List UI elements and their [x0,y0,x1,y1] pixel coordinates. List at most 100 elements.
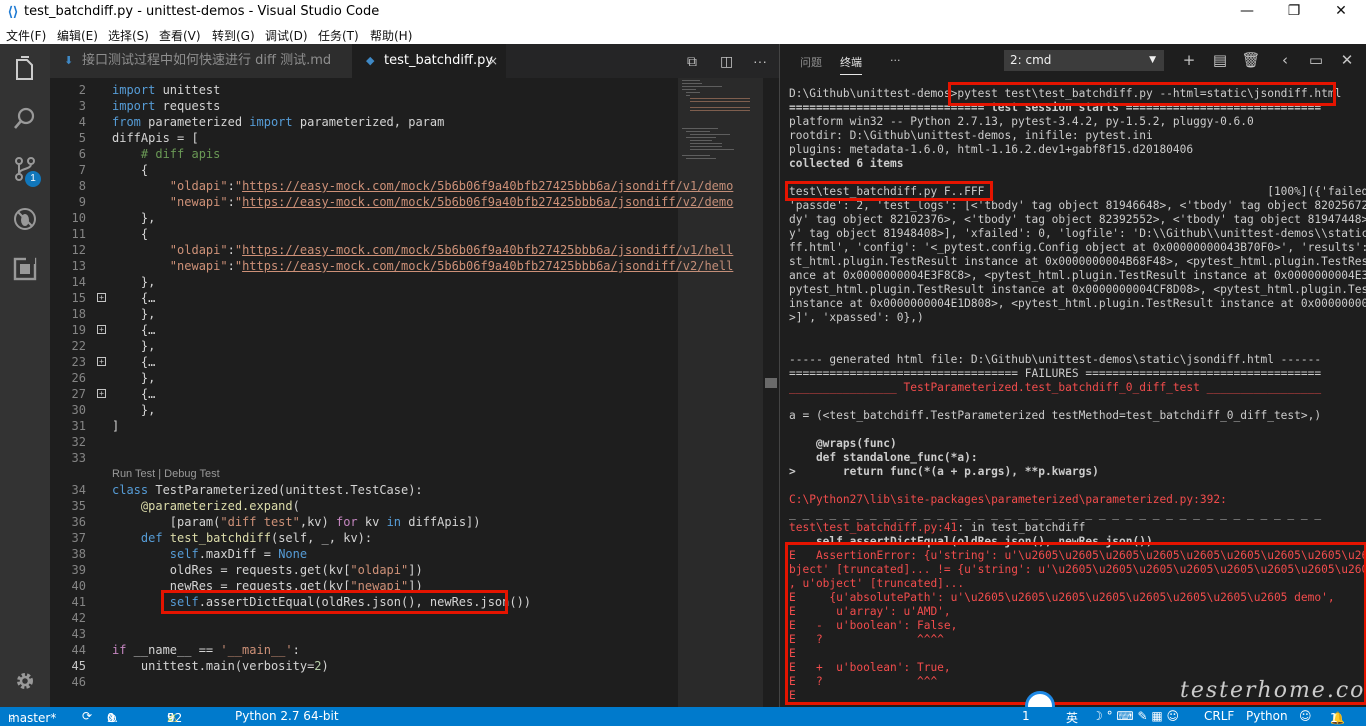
code-editor[interactable]: 2 import unittest 3 import requests 4 from pa… [50,78,779,707]
more-actions-icon[interactable]: ··· [753,44,767,78]
python-interpreter[interactable]: Python 2.7 64-bit [235,709,339,723]
code-token: import [249,115,293,129]
chevron-left-icon[interactable]: ‹ [1274,49,1296,71]
extensions-button[interactable] [0,244,50,292]
fold-expand-icon[interactable]: + [97,325,106,334]
code-token: '__main__' [220,643,293,657]
menu-debug[interactable]: 调试(D) [265,27,308,44]
menu-edit[interactable]: 编辑(E) [57,27,98,44]
code-line[interactable]: 22 }, [50,338,680,354]
code-line[interactable]: 6 # diff apis [50,146,680,162]
fold-expand-icon[interactable]: + [97,357,106,366]
code-line[interactable]: 36 [param("diff test",kv) for kv in diff… [50,514,680,530]
new-terminal-icon[interactable]: + [1178,49,1200,71]
close-window-button[interactable]: ✕ [1318,0,1364,24]
menu-view[interactable]: 查看(V) [159,27,201,44]
explorer-button[interactable] [0,44,50,92]
code-line[interactable]: 2 import unittest [50,82,680,98]
language-mode[interactable]: Python [1246,709,1288,723]
code-line[interactable]: 45 unittest.main(verbosity=2) [50,658,680,674]
code-line[interactable]: 27 + {… [50,386,680,402]
kill-terminal-icon[interactable]: 🗑 [1240,49,1262,71]
line-number: 43 [71,627,86,641]
code-line[interactable]: 35 @parameterized.expand( [50,498,680,514]
close-tab-icon[interactable]: × [488,44,498,78]
tab-markdown-file[interactable]: ⬇ 接口测试过程中如何快速进行 diff 测试.md [50,44,352,78]
code-line[interactable]: 32 [50,434,680,450]
maximize-panel-icon[interactable]: ▭ [1305,49,1327,71]
debug-view-button[interactable] [0,194,50,242]
code-token: " [234,243,243,257]
code-line[interactable]: 43 [50,626,680,642]
terminal-select[interactable]: 2: cmd ▼ [1004,50,1164,71]
code-line[interactable]: 5 diffApis = [ [50,130,680,146]
title-bar: ⟨⟩ test_batchdiff.py - unittest-demos - … [0,0,1366,24]
terminal-line: 'passde': 2, 'test_logs': [<'tbody' tag … [789,199,1366,212]
code-line[interactable]: 4 from parameterized import parameterized… [50,114,680,130]
fold-expand-icon[interactable]: + [97,293,106,302]
menu-tasks[interactable]: 任务(T) [318,27,359,44]
code-line[interactable]: 8 "oldapi":"https://easy-mock.com/mock/5… [50,178,734,194]
code-line[interactable]: 12 "oldapi":"https://easy-mock.com/mock/… [50,242,734,258]
line-number: 38 [71,547,86,561]
code-line[interactable]: 23 + {… [50,354,680,370]
source-control-button[interactable] [0,144,50,192]
code-line[interactable]: 34 class TestParameterized(unittest.TestC… [50,482,680,498]
line-number: 3 [78,99,86,113]
code-text: }, [112,274,155,290]
menu-selection[interactable]: 选择(S) [108,27,149,44]
branch-name: master* [8,711,57,725]
code-line[interactable]: 14 }, [50,274,680,290]
open-changes-icon[interactable]: ⧉ [687,44,697,78]
codelens-run-debug[interactable]: Run Test | Debug Test [112,468,220,480]
ime-indicator[interactable]: 英 [1066,709,1078,726]
search-view-button[interactable] [0,94,50,142]
code-line[interactable]: 18 }, [50,306,680,322]
sync-icon[interactable]: ⟳ [82,709,92,723]
code-token: " [234,259,243,273]
code-text: ] [112,418,119,434]
code-line[interactable]: 9 "newapi":"https://easy-mock.com/mock/5… [50,194,734,210]
tab-problems[interactable]: 问题 [800,54,822,70]
close-panel-icon[interactable]: ✕ [1336,49,1358,71]
menu-file[interactable]: 文件(F) [6,27,46,44]
panel-more-button[interactable]: ··· [890,54,901,67]
split-editor-icon[interactable]: ◫ [720,44,733,78]
code-line[interactable]: 33 [50,450,680,466]
code-line[interactable]: 10 }, [50,210,680,226]
code-line[interactable]: 31] [50,418,680,434]
terminal-line: instance at 0x0000000004E1D808>, <pytest… [789,297,1366,310]
code-line[interactable]: 38 self.maxDiff = None [50,546,680,562]
code-line[interactable]: 13 "newapi":"https://easy-mock.com/mock/… [50,258,734,274]
line-number: 13 [71,259,86,273]
code-line[interactable]: 11 { [50,226,680,242]
markdown-icon: ⬇ [64,54,74,67]
manage-button[interactable] [0,656,50,704]
code-line[interactable]: 44 if __name__ == '__main__': [50,642,680,658]
code-text: import unittest [112,82,220,98]
tab-test-batchdiff[interactable]: ◆ test_batchdiff.py × [352,44,506,78]
split-terminal-icon[interactable]: ▤ [1209,49,1231,71]
eol-indicator[interactable]: CRLF [1204,709,1234,723]
code-line[interactable]: 30 }, [50,402,680,418]
code-line[interactable]: 46 [50,674,680,690]
code-line[interactable]: 7 { [50,162,680,178]
maximize-button[interactable]: ❐ [1271,0,1317,24]
code-line[interactable]: 26 }, [50,370,680,386]
line-indicator[interactable]: 1 [1022,709,1030,723]
fold-expand-icon[interactable]: + [97,389,106,398]
code-line[interactable]: 3 import requests [50,98,680,114]
minimize-button[interactable]: — [1224,0,1270,24]
menu-help[interactable]: 帮助(H) [370,27,412,44]
minimap[interactable] [678,78,763,707]
code-line[interactable]: 15 + {… [50,290,680,306]
code-token: .maxDiff = [198,547,279,561]
code-line[interactable]: 19 + {… [50,322,680,338]
panel-scrollbar[interactable] [765,378,777,388]
feedback-icon[interactable]: ☺ [1299,709,1312,723]
tab-terminal[interactable]: 终端 [840,54,862,75]
code-text: class TestParameterized(unittest.TestCas… [112,482,423,498]
menu-goto[interactable]: 转到(G) [212,27,255,44]
code-line[interactable]: 39 oldRes = requests.get(kv["oldapi"]) [50,562,680,578]
code-line[interactable]: 37 def test_batchdiff(self, _, kv): [50,530,680,546]
